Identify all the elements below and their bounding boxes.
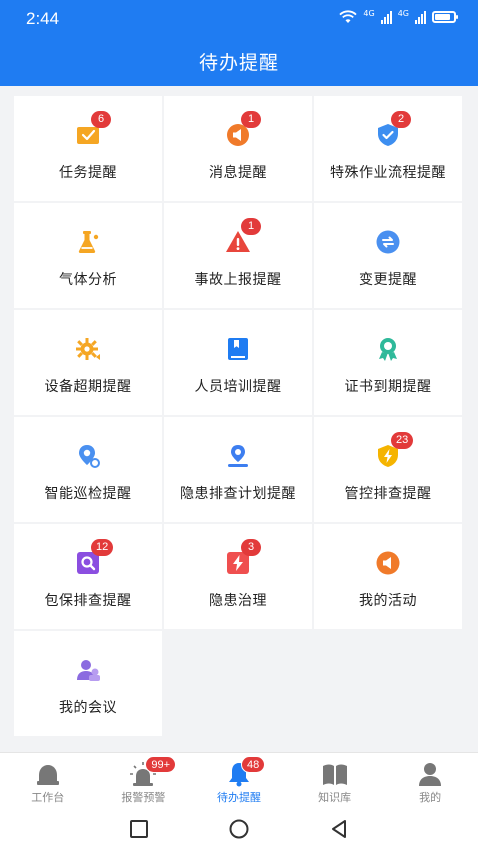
grid-item-label: 变更提醒 [359,272,417,288]
grid-item-label: 隐患治理 [209,593,267,609]
grid-item-label: 包保排查提醒 [44,593,132,609]
network-type-2: 4G [397,9,409,18]
location-icon [228,445,248,467]
status-time: 2:44 [26,9,60,28]
grid-item-smart-patrol-reminder[interactable]: 智能巡检提醒 [14,417,162,522]
tab-badge: 48 [240,756,266,773]
bottom-tab-bar: 工作台 99+ 报警预警 48 待办提醒 知识库 我的 [0,752,478,808]
tab-badge: 99+ [145,756,177,773]
tab-alarm[interactable]: 99+ 报警预警 [96,753,192,808]
knowledge-book-icon [322,764,347,785]
grid-item-hazard-plan-reminder[interactable]: 隐患排查计划提醒 [164,417,312,522]
grid-item-my-meetings[interactable]: 我的会议 [14,631,162,736]
tab-label: 待办提醒 [216,791,261,804]
gear-icon [76,338,100,360]
back-icon[interactable] [328,818,350,840]
tab-label: 报警预警 [121,791,166,804]
page-title: 待办提醒 [198,52,279,74]
tab-label: 我的 [419,791,442,804]
wifi-icon [339,10,358,23]
grid-item-guarantee-check-reminder[interactable]: 12 包保排查提醒 [14,524,162,629]
book-icon [228,338,248,360]
tab-todo-reminder[interactable]: 48 待办提醒 [191,753,287,808]
grid-item-label: 事故上报提醒 [194,272,282,288]
user-icon [419,763,442,786]
badge: 6 [91,111,111,128]
grid-item-label: 智能巡检提醒 [44,486,132,502]
badge: 12 [91,539,114,556]
grid-item-change-reminder[interactable]: 变更提醒 [314,203,462,308]
recent-apps-icon[interactable] [128,818,150,840]
grid-item-hazard-governance[interactable]: 3 隐患治理 [164,524,312,629]
grid-item-equipment-overdue-reminder[interactable]: 设备超期提醒 [14,310,162,415]
network-type-1: 4G [363,9,375,18]
grid-item-label: 设备超期提醒 [44,379,132,395]
grid-item-my-activities[interactable]: 我的活动 [314,524,462,629]
flask-icon [78,231,99,253]
grid-item-task-reminder[interactable]: 6 任务提醒 [14,96,162,201]
system-nav-bar [0,808,478,850]
grid-item-special-work-reminder[interactable]: 2 特殊作业流程提醒 [314,96,462,201]
badge: 23 [391,432,414,449]
status-bar: 2:44 4G 4G [0,0,478,38]
grid-item-gas-analysis[interactable]: 气体分析 [14,203,162,308]
tab-label: 知识库 [318,791,352,804]
grid-item-label: 我的会议 [59,700,117,716]
grid-item-label: 管控排查提醒 [344,486,432,502]
grid-item-label: 气体分析 [59,272,117,288]
exchange-icon [376,230,400,254]
grid-item-accident-report-reminder[interactable]: 1 事故上报提醒 [164,203,312,308]
grid-item-label: 任务提醒 [59,165,117,181]
patrol-icon [79,445,100,468]
battery-icon [432,11,458,23]
grid-item-control-check-reminder[interactable]: 23 管控排查提醒 [314,417,462,522]
grid-item-message-reminder[interactable]: 1 消息提醒 [164,96,312,201]
grid-item-certificate-expiry-reminder[interactable]: 证书到期提醒 [314,310,462,415]
status-icons: 4G 4G [339,9,458,24]
signal-icon [380,10,392,24]
tab-workbench[interactable]: 工作台 [0,753,96,808]
tab-label: 工作台 [31,791,65,804]
tab-mine[interactable]: 我的 [382,753,478,808]
grid-item-staff-training-reminder[interactable]: 人员培训提醒 [164,310,312,415]
badge: 1 [241,111,261,128]
grid-item-label: 隐患排查计划提醒 [180,486,296,502]
app-header: 2:44 4G 4G 待办提醒 [0,0,478,86]
grid-item-label: 特殊作业流程提醒 [330,165,446,181]
badge: 3 [241,539,261,556]
signal-icon [415,10,426,24]
tab-knowledge-base[interactable]: 知识库 [287,753,383,808]
certificate-icon [379,338,397,361]
grid-item-label: 证书到期提醒 [344,379,432,395]
badge: 2 [391,111,411,128]
meeting-icon [77,660,100,681]
grid-item-label: 人员培训提醒 [194,379,282,395]
workbench-icon [36,765,59,785]
grid-item-label: 消息提醒 [209,165,267,181]
megaphone-icon [376,551,400,575]
home-icon[interactable] [228,818,250,840]
badge: 1 [241,218,261,235]
reminder-grid: 6 任务提醒 1 消息提醒 2 特殊作业流程提醒 气体分析 1 事故上报提醒 变… [14,96,462,736]
grid-item-label: 我的活动 [359,593,417,609]
